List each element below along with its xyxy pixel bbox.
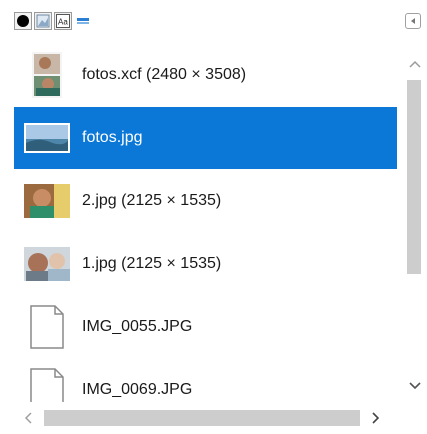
brush-circle-icon	[17, 15, 29, 27]
photo-thumbnail-icon	[24, 178, 70, 224]
tab-patterns[interactable]	[34, 12, 52, 30]
images-dock-panel: Aa fotos.xcf (2480 × 3508) fotos.jpg 2.j…	[0, 0, 427, 434]
image-list: fotos.xcf (2480 × 3508) fotos.jpg 2.jpg …	[14, 44, 397, 402]
list-item-label: 1.jpg (2125 × 1535)	[82, 255, 222, 272]
list-item-label: fotos.jpg	[82, 129, 143, 146]
list-item[interactable]: 2.jpg (2125 × 1535)	[14, 170, 397, 232]
list-item[interactable]: IMG_0069.JPG	[14, 359, 397, 402]
scroll-right-icon[interactable]	[372, 412, 380, 427]
list-item-label: IMG_0055.JPG	[82, 318, 193, 335]
tab-fonts[interactable]: Aa	[54, 12, 72, 30]
list-item-label: fotos.xcf (2480 × 3508)	[82, 66, 247, 83]
tab-menu-button[interactable]	[405, 13, 421, 29]
blank-file-icon	[24, 367, 70, 402]
list-item-label: 2.jpg (2125 × 1535)	[82, 192, 222, 209]
xcf-thumbnail-icon	[24, 52, 70, 98]
vertical-scrollbar[interactable]	[397, 44, 427, 402]
dock-tab-bar: Aa	[0, 0, 427, 34]
scroll-up-icon[interactable]	[409, 58, 421, 71]
list-item[interactable]: IMG_0055.JPG	[14, 296, 397, 358]
horizontal-scrollbar[interactable]	[14, 402, 397, 434]
tab-brushes[interactable]	[14, 12, 32, 30]
list-item[interactable]: fotos.xcf (2480 × 3508)	[14, 44, 397, 106]
photo-thumbnail-icon	[24, 241, 70, 287]
svg-text:Aa: Aa	[58, 18, 68, 27]
blank-file-icon	[24, 304, 70, 350]
list-item-selected[interactable]: fotos.jpg	[14, 107, 397, 169]
horizontal-scroll-thumb[interactable]	[44, 410, 360, 426]
images-icon	[77, 18, 89, 24]
list-item-label: IMG_0069.JPG	[82, 381, 193, 398]
tab-menu-icon	[411, 18, 415, 24]
scroll-down-icon[interactable]	[409, 380, 421, 393]
vertical-scroll-thumb[interactable]	[407, 80, 421, 274]
tab-images[interactable]	[74, 12, 92, 30]
font-icon: Aa	[56, 14, 70, 28]
pattern-icon	[36, 14, 50, 28]
list-item[interactable]: 1.jpg (2125 × 1535)	[14, 233, 397, 295]
landscape-thumbnail-icon	[24, 115, 70, 161]
scroll-left-icon[interactable]	[24, 412, 32, 427]
